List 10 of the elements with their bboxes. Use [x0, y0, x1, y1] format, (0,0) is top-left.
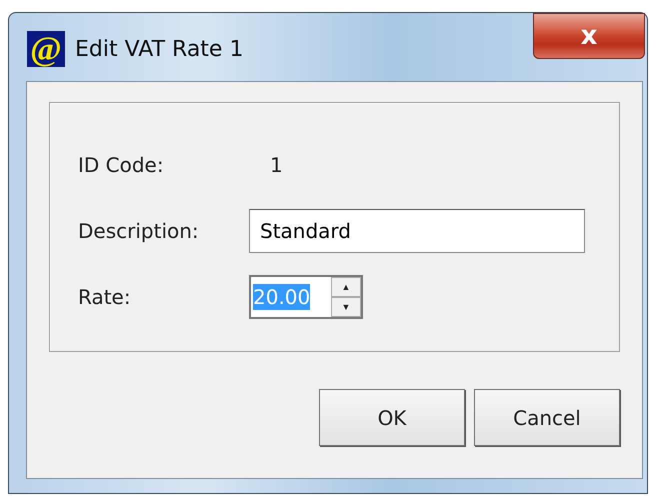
- window-title: Edit VAT Rate 1: [75, 36, 244, 62]
- field-label: Rate:: [78, 285, 132, 309]
- cancel-button[interactable]: Cancel: [474, 389, 620, 446]
- id-value: 1: [270, 153, 283, 177]
- field-label: Description:: [78, 219, 200, 243]
- at-sign-icon: @: [27, 31, 65, 67]
- ok-button[interactable]: OK: [319, 389, 465, 446]
- close-button[interactable]: x: [533, 13, 645, 59]
- description-field[interactable]: Standard: [249, 209, 585, 253]
- field-label: ID Code:: [78, 153, 165, 177]
